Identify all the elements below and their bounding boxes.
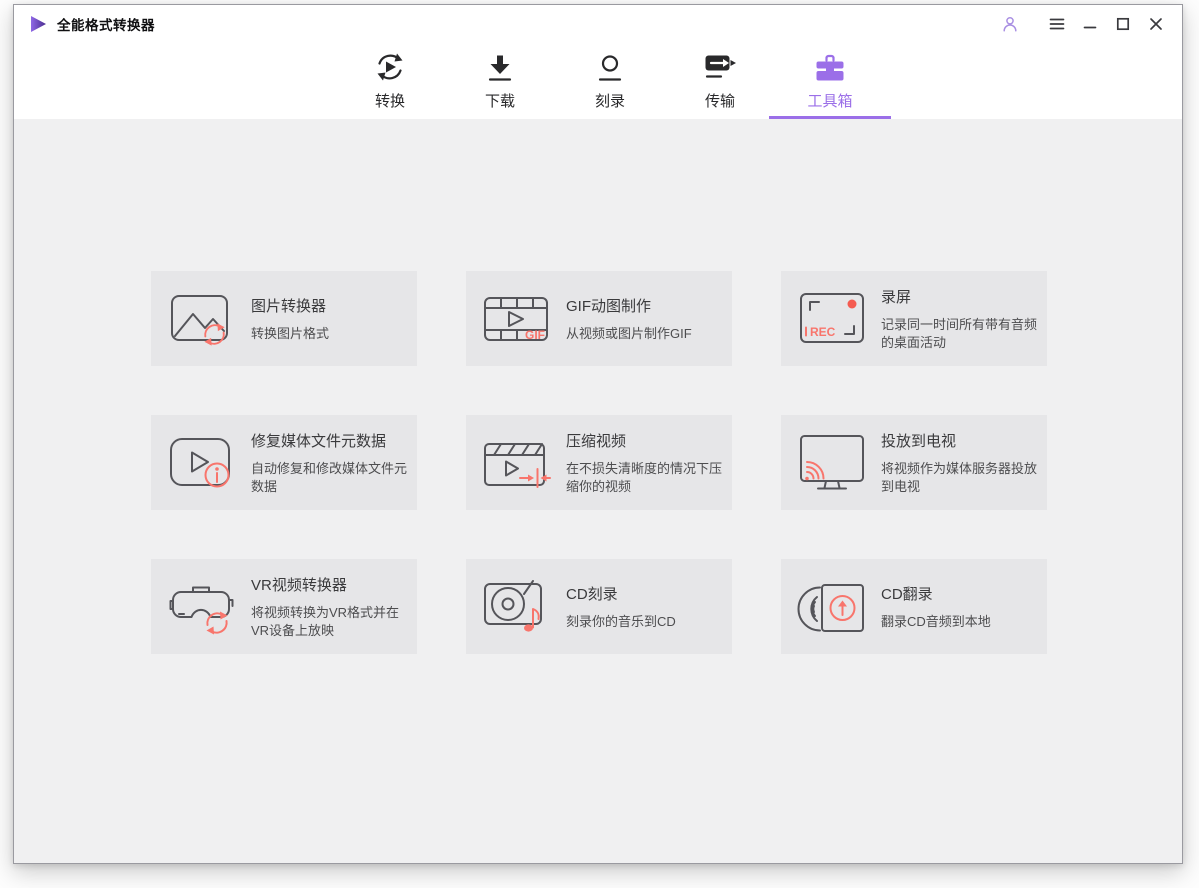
nav-tab-label: 转换 (374, 93, 405, 110)
tool-card-fix-metadata[interactable]: 修复媒体文件元数据 自动修复和修改媒体文件元数据 (151, 415, 417, 510)
tool-card-text: CD翻录 翻录CD音频到本地 (881, 583, 1047, 631)
tool-card-title: CD刻录 (566, 585, 618, 603)
tool-card-title: 修复媒体文件元数据 (251, 432, 387, 450)
transfer-icon (703, 52, 737, 84)
tool-card-text: 修复媒体文件元数据 自动修复和修改媒体文件元数据 (251, 430, 417, 496)
tool-card-image-converter[interactable]: 图片转换器 转换图片格式 (151, 271, 417, 366)
toolbox-icon (813, 52, 847, 84)
nav-tabs: 转换 下载 刻录 传输 工具箱 (335, 43, 891, 119)
menu-button[interactable] (1045, 12, 1069, 36)
image-converter-icon (166, 287, 238, 351)
nav-tab-toolbox[interactable]: 工具箱 (769, 43, 891, 119)
tool-card-title: 录屏 (881, 288, 912, 306)
tool-card-description: 从视频或图片制作GIF (566, 325, 692, 341)
app-window: 全能格式转换器 转换 下载 刻录 传输 工具箱 图片转换器 转换图片格式 GIF… (13, 4, 1183, 864)
tool-card-description: 将视频作为媒体服务器投放到电视 (881, 460, 1038, 494)
tool-card-text: 录屏 记录同一时间所有带有音频的桌面活动 (881, 286, 1047, 352)
tool-card-compress-video[interactable]: 压缩视频 在不损失清晰度的情况下压缩你的视频 (466, 415, 732, 510)
toolbox-panel: 图片转换器 转换图片格式 GIF动图制作 从视频或图片制作GIF 录屏 记录同一… (14, 119, 1182, 863)
compress-video-icon (481, 431, 553, 495)
tool-card-text: CD刻录 刻录你的音乐到CD (566, 583, 732, 631)
close-button[interactable] (1144, 12, 1168, 36)
tool-card-description: 在不损失清晰度的情况下压缩你的视频 (566, 460, 723, 494)
close-icon (1146, 14, 1166, 34)
tool-card-screen-record[interactable]: 录屏 记录同一时间所有带有音频的桌面活动 (781, 271, 1047, 366)
maximize-icon (1113, 14, 1133, 34)
minimize-icon (1080, 14, 1100, 34)
burn-icon (593, 52, 627, 84)
tool-card-cd-rip[interactable]: CD翻录 翻录CD音频到本地 (781, 559, 1047, 654)
tool-card-text: 图片转换器 转换图片格式 (251, 295, 417, 343)
nav-tab-label: 下载 (484, 93, 515, 110)
titlebar: 全能格式转换器 (14, 5, 1182, 43)
download-icon (483, 52, 517, 84)
nav-tab-label: 传输 (704, 93, 735, 110)
tool-card-grid: 图片转换器 转换图片格式 GIF动图制作 从视频或图片制作GIF 录屏 记录同一… (151, 271, 1182, 654)
minimize-button[interactable] (1078, 12, 1102, 36)
tool-card-description: 将视频转换为VR格式并在VR设备上放映 (251, 604, 400, 638)
screen-record-icon (796, 287, 868, 351)
convert-icon (373, 52, 407, 84)
cd-burn-icon (481, 575, 553, 639)
tool-card-description: 翻录CD音频到本地 (881, 613, 991, 629)
tool-card-vr-converter[interactable]: VR视频转换器 将视频转换为VR格式并在VR设备上放映 (151, 559, 417, 654)
nav-tab-transfer[interactable]: 传输 (665, 43, 775, 119)
nav-tab-burn[interactable]: 刻录 (555, 43, 665, 119)
tool-card-text: 投放到电视 将视频作为媒体服务器投放到电视 (881, 430, 1047, 496)
tool-card-description: 转换图片格式 (251, 325, 330, 341)
window-title: 全能格式转换器 (57, 18, 155, 33)
nav-tab-label: 刻录 (594, 93, 625, 110)
cast-to-tv-icon (796, 431, 868, 495)
tool-card-title: 图片转换器 (251, 297, 327, 315)
tool-card-description: 记录同一时间所有带有音频的桌面活动 (881, 316, 1038, 350)
tool-card-title: CD翻录 (881, 585, 933, 603)
tool-card-title: 压缩视频 (566, 432, 627, 450)
app-logo-icon (28, 14, 48, 34)
tool-card-cast-to-tv[interactable]: 投放到电视 将视频作为媒体服务器投放到电视 (781, 415, 1047, 510)
nav-tab-label: 工具箱 (807, 93, 853, 110)
titlebar-controls (998, 12, 1168, 36)
account-button[interactable] (998, 12, 1022, 36)
fix-metadata-icon (166, 431, 238, 495)
tool-card-text: 压缩视频 在不损失清晰度的情况下压缩你的视频 (566, 430, 732, 496)
tool-card-text: VR视频转换器 将视频转换为VR格式并在VR设备上放映 (251, 574, 417, 640)
tool-card-description: 自动修复和修改媒体文件元数据 (251, 460, 408, 494)
menu-icon (1047, 14, 1067, 34)
tool-card-title: 投放到电视 (881, 432, 957, 450)
main-nav: 转换 下载 刻录 传输 工具箱 (14, 43, 1182, 119)
maximize-button[interactable] (1111, 12, 1135, 36)
tool-card-cd-burn[interactable]: CD刻录 刻录你的音乐到CD (466, 559, 732, 654)
nav-tab-convert[interactable]: 转换 (335, 43, 445, 119)
tool-card-description: 刻录你的音乐到CD (566, 613, 676, 629)
vr-converter-icon (166, 575, 238, 639)
tool-card-text: GIF动图制作 从视频或图片制作GIF (566, 295, 732, 343)
active-tab-indicator (769, 116, 891, 119)
tool-card-gif-maker[interactable]: GIF动图制作 从视频或图片制作GIF (466, 271, 732, 366)
tool-card-title: VR视频转换器 (251, 576, 347, 594)
nav-tab-download[interactable]: 下载 (445, 43, 555, 119)
tool-card-title: GIF动图制作 (566, 297, 651, 315)
cd-rip-icon (796, 575, 868, 639)
gif-maker-icon (481, 287, 553, 351)
account-icon (1000, 14, 1020, 34)
